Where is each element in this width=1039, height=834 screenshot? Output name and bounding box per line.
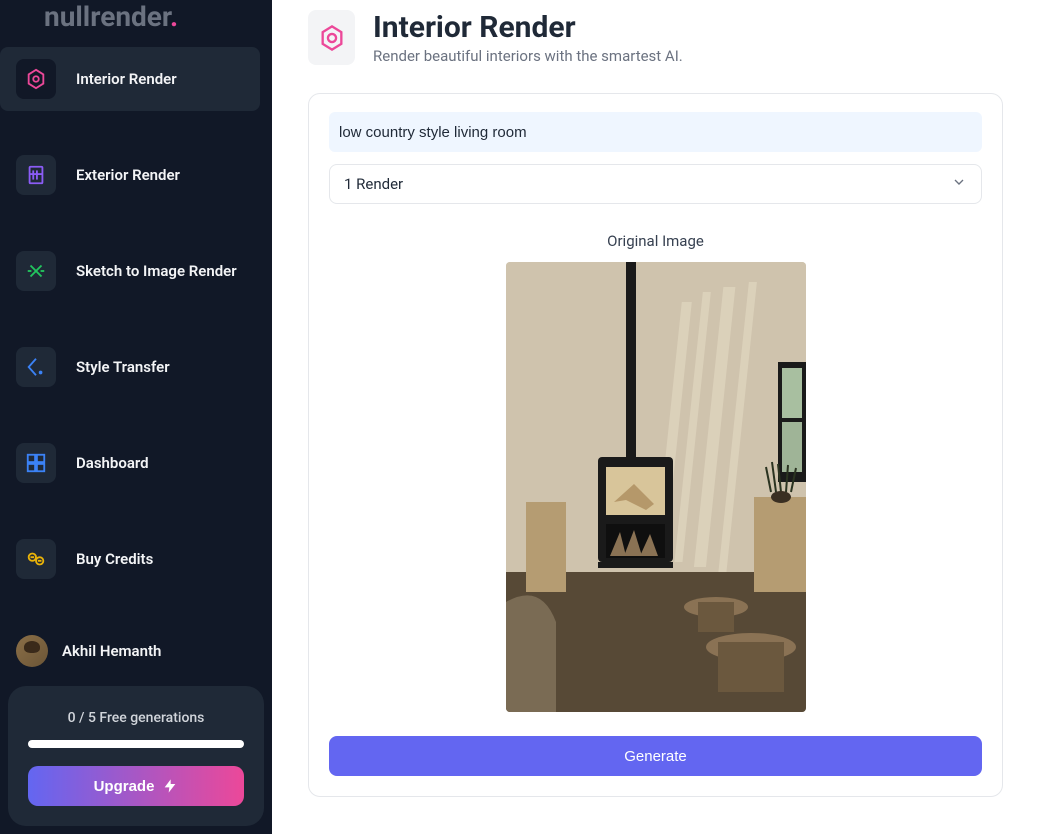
chevron-down-icon bbox=[951, 174, 967, 194]
sidebar-item-user[interactable]: Akhil Hemanth bbox=[0, 623, 260, 679]
page-header: Interior Render Render beautiful interio… bbox=[308, 10, 1003, 65]
sidebar-item-sketch-to-image[interactable]: Sketch to Image Render bbox=[0, 239, 260, 303]
original-image bbox=[506, 262, 806, 712]
brand-name: nullrender bbox=[44, 0, 170, 33]
credits-card: 0 / 5 Free generations Upgrade bbox=[8, 686, 264, 826]
page-title-block: Interior Render Render beautiful interio… bbox=[373, 10, 683, 65]
sidebar-item-label: Buy Credits bbox=[76, 550, 153, 568]
page-title: Interior Render bbox=[373, 10, 683, 45]
dashboard-icon bbox=[16, 443, 56, 483]
sidebar-item-style-transfer[interactable]: Style Transfer bbox=[0, 335, 260, 399]
sidebar-item-label: Interior Render bbox=[76, 70, 177, 88]
sidebar-item-buy-credits[interactable]: Buy Credits bbox=[0, 527, 260, 591]
generate-button[interactable]: Generate bbox=[329, 736, 982, 776]
sidebar-item-label: Dashboard bbox=[76, 454, 149, 472]
upgrade-label: Upgrade bbox=[94, 778, 155, 795]
sidebar-nav: Interior Render Exterior Render Sketch t… bbox=[0, 47, 272, 679]
credits-icon bbox=[16, 539, 56, 579]
form-card: 1 Render Original Image bbox=[308, 93, 1003, 797]
render-count-select[interactable]: 1 Render bbox=[329, 164, 982, 204]
page-icon bbox=[308, 10, 355, 65]
original-image-label: Original Image bbox=[329, 232, 982, 250]
page-subtitle: Render beautiful interiors with the smar… bbox=[373, 47, 683, 65]
style-icon bbox=[16, 347, 56, 387]
sidebar: nullrender. Interior Render Exterior Ren… bbox=[0, 0, 272, 834]
avatar bbox=[16, 635, 48, 667]
sidebar-item-label: Sketch to Image Render bbox=[76, 262, 237, 280]
brand-logo: nullrender. bbox=[0, 0, 272, 47]
sidebar-item-label: Style Transfer bbox=[76, 358, 170, 376]
sidebar-item-dashboard[interactable]: Dashboard bbox=[0, 431, 260, 495]
prompt-input[interactable] bbox=[329, 112, 982, 152]
user-name: Akhil Hemanth bbox=[62, 642, 161, 660]
sidebar-item-label: Exterior Render bbox=[76, 166, 180, 184]
render-count-value: 1 Render bbox=[344, 175, 403, 193]
exterior-icon bbox=[16, 155, 56, 195]
upgrade-button[interactable]: Upgrade bbox=[28, 766, 244, 806]
sidebar-item-interior-render[interactable]: Interior Render bbox=[0, 47, 260, 111]
bolt-icon bbox=[162, 778, 178, 794]
sidebar-item-exterior-render[interactable]: Exterior Render bbox=[0, 143, 260, 207]
interior-icon bbox=[16, 59, 56, 99]
original-image-wrap bbox=[329, 262, 982, 712]
generate-label: Generate bbox=[624, 748, 687, 765]
sketch-icon bbox=[16, 251, 56, 291]
brand-dot: . bbox=[170, 0, 178, 33]
main-content: Interior Render Render beautiful interio… bbox=[272, 0, 1039, 834]
credits-progress bbox=[28, 740, 244, 748]
credits-label: 0 / 5 Free generations bbox=[68, 710, 205, 726]
